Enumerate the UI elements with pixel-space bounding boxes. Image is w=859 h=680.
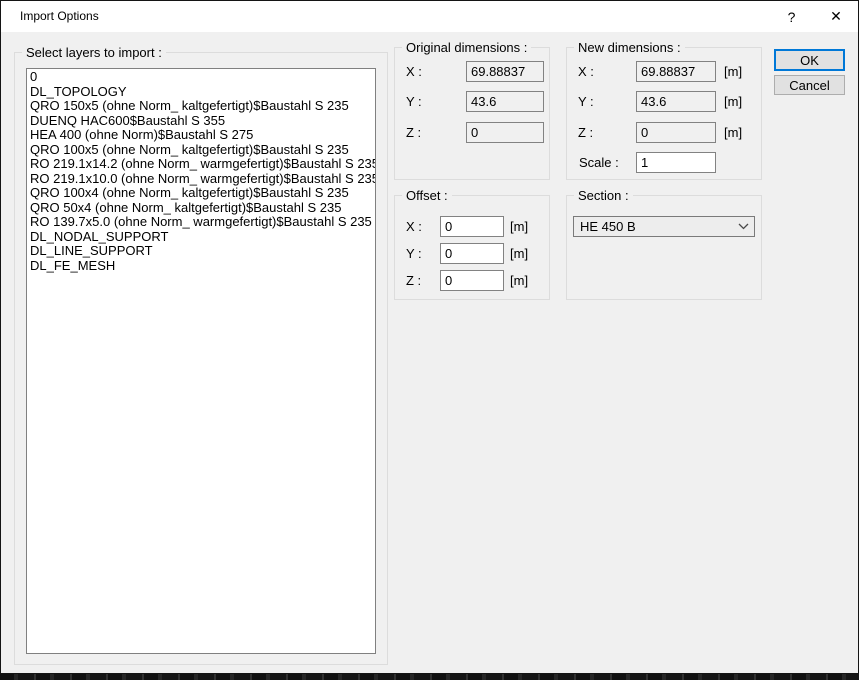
list-item[interactable]: QRO 100x4 (ohne Norm_ kaltgefertigt)$Bau…	[30, 186, 375, 201]
new-y-field[interactable]	[636, 91, 716, 112]
offset-group: Offset : X : [m] Y : [m] Z : [m]	[394, 195, 550, 300]
help-button[interactable]: ?	[769, 1, 814, 32]
section-group: Section : HE 450 B	[566, 195, 762, 300]
new-y-row: Y : [m]	[567, 91, 761, 112]
layers-listbox[interactable]: 0 DL_TOPOLOGY QRO 150x5 (ohne Norm_ kalt…	[26, 68, 376, 654]
select-layers-group: Select layers to import : 0 DL_TOPOLOGY …	[14, 52, 388, 665]
new-x-label: X :	[578, 64, 594, 79]
list-item[interactable]: QRO 50x4 (ohne Norm_ kaltgefertigt)$Baus…	[30, 201, 375, 216]
offset-z-label: Z :	[406, 273, 421, 288]
original-dimensions-group-label: Original dimensions :	[402, 40, 531, 55]
offset-z-row: Z : [m]	[395, 270, 549, 291]
offset-x-row: X : [m]	[395, 216, 549, 237]
offset-z-field[interactable]	[440, 270, 504, 291]
original-y-label: Y :	[406, 94, 422, 109]
new-x-field[interactable]	[636, 61, 716, 82]
new-z-field[interactable]	[636, 122, 716, 143]
list-item[interactable]: HEA 400 (ohne Norm)$Baustahl S 275	[30, 128, 375, 143]
section-dropdown-value: HE 450 B	[574, 219, 732, 234]
list-item[interactable]: DUENQ HAC600$Baustahl S 355	[30, 114, 375, 129]
list-item[interactable]: QRO 150x5 (ohne Norm_ kaltgefertigt)$Bau…	[30, 99, 375, 114]
new-z-unit: [m]	[724, 125, 742, 140]
list-item[interactable]: QRO 100x5 (ohne Norm_ kaltgefertigt)$Bau…	[30, 143, 375, 158]
list-item[interactable]: DL_FE_MESH	[30, 259, 375, 274]
list-item[interactable]: RO 219.1x10.0 (ohne Norm_ warmgefertigt)…	[30, 172, 375, 187]
offset-x-field[interactable]	[440, 216, 504, 237]
list-item[interactable]: DL_NODAL_SUPPORT	[30, 230, 375, 245]
new-dimensions-group-label: New dimensions :	[574, 40, 685, 55]
new-x-row: X : [m]	[567, 61, 761, 82]
new-z-label: Z :	[578, 125, 593, 140]
background-window-strip	[0, 674, 859, 680]
offset-x-label: X :	[406, 219, 422, 234]
original-x-label: X :	[406, 64, 422, 79]
list-item[interactable]: RO 139.7x5.0 (ohne Norm_ warmgefertigt)$…	[30, 215, 375, 230]
import-options-dialog: Import Options ? ✕ Select layers to impo…	[0, 0, 859, 674]
new-dimensions-group: New dimensions : X : [m] Y : [m] Z : [m]…	[566, 47, 762, 180]
window-title: Import Options	[20, 1, 99, 32]
close-button[interactable]: ✕	[814, 1, 858, 32]
new-z-row: Z : [m]	[567, 122, 761, 143]
section-group-label: Section :	[574, 188, 633, 203]
list-item[interactable]: RO 219.1x14.2 (ohne Norm_ warmgefertigt)…	[30, 157, 375, 172]
new-y-unit: [m]	[724, 94, 742, 109]
offset-y-unit: [m]	[510, 246, 528, 261]
list-item[interactable]: DL_LINE_SUPPORT	[30, 244, 375, 259]
new-x-unit: [m]	[724, 64, 742, 79]
original-dimensions-group: Original dimensions : X : Y : Z :	[394, 47, 550, 180]
original-x-row: X :	[395, 61, 549, 82]
offset-y-field[interactable]	[440, 243, 504, 264]
scale-label: Scale :	[579, 155, 619, 170]
scale-row: Scale :	[567, 152, 761, 173]
original-z-row: Z :	[395, 122, 549, 143]
original-z-label: Z :	[406, 125, 421, 140]
titlebar[interactable]: Import Options ? ✕	[1, 1, 858, 32]
list-item[interactable]: 0	[30, 70, 375, 85]
offset-x-unit: [m]	[510, 219, 528, 234]
offset-y-label: Y :	[406, 246, 422, 261]
screen: Import Options ? ✕ Select layers to impo…	[0, 0, 859, 680]
offset-z-unit: [m]	[510, 273, 528, 288]
chevron-down-icon	[732, 223, 754, 230]
offset-group-label: Offset :	[402, 188, 452, 203]
original-y-field[interactable]	[466, 91, 544, 112]
select-layers-group-label: Select layers to import :	[22, 45, 166, 60]
original-x-field[interactable]	[466, 61, 544, 82]
new-y-label: Y :	[578, 94, 594, 109]
section-dropdown[interactable]: HE 450 B	[573, 216, 755, 237]
close-icon: ✕	[830, 8, 842, 25]
offset-y-row: Y : [m]	[395, 243, 549, 264]
help-icon: ?	[788, 9, 796, 25]
original-z-field[interactable]	[466, 122, 544, 143]
original-y-row: Y :	[395, 91, 549, 112]
scale-field[interactable]	[636, 152, 716, 173]
list-item[interactable]: DL_TOPOLOGY	[30, 85, 375, 100]
ok-button[interactable]: OK	[774, 49, 845, 71]
cancel-button[interactable]: Cancel	[774, 75, 845, 95]
